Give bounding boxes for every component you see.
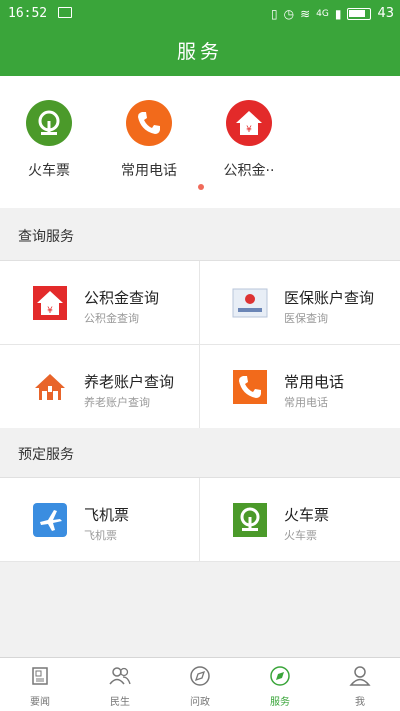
housing-fund-icon: ¥ <box>32 285 68 321</box>
tab-me[interactable]: 我 <box>320 658 400 711</box>
quick-item-phone[interactable]: 常用电话 <box>104 100 194 180</box>
phone-icon <box>232 369 268 405</box>
bottom-tab-bar: 要闻 民生 问政 服务 我 <box>0 657 400 711</box>
quick-item-label: 公积金·· <box>223 163 275 179</box>
tab-label: 服务 <box>270 697 290 708</box>
service-subtitle: 常用电话 <box>284 396 328 409</box>
section-header-booking: 预定服务 <box>0 428 400 480</box>
housing-fund-icon: ¥ <box>226 100 272 146</box>
tab-label: 民生 <box>110 697 130 708</box>
tab-inquiry[interactable]: 问政 <box>160 658 240 711</box>
tab-label: 我 <box>355 697 365 708</box>
service-subtitle: 公积金查询 <box>84 312 139 325</box>
people-icon <box>109 667 131 685</box>
tab-news[interactable]: 要闻 <box>0 658 80 711</box>
query-services-grid: ¥ 公积金查询 公积金查询 医保账户查询 医保查询 养老账户查询 养老账户查询 … <box>0 260 400 429</box>
phone-icon <box>126 100 172 146</box>
quick-item-label: 火车票 <box>28 163 70 179</box>
service-title: 公积金查询 <box>84 289 160 307</box>
image-notification-icon <box>58 7 72 18</box>
train-icon <box>26 100 72 146</box>
service-subtitle: 火车票 <box>284 529 317 542</box>
network-label: 4G <box>316 8 329 19</box>
alarm-icon: ◷ <box>283 6 295 21</box>
status-bar: 16:52 ▯ ◷ ≋ 4G ▮ 43 <box>0 0 400 28</box>
svg-text:¥: ¥ <box>246 125 252 135</box>
service-medical-insurance-query[interactable]: 医保账户查询 医保查询 <box>200 261 400 345</box>
wifi-icon: ≋ <box>300 6 311 21</box>
tab-services[interactable]: 服务 <box>240 658 320 711</box>
signal-icon: ▮ <box>334 6 342 21</box>
service-title: 常用电话 <box>284 373 345 391</box>
svg-text:¥: ¥ <box>47 306 53 316</box>
service-train-ticket[interactable]: 火车票 火车票 <box>200 478 400 562</box>
service-title: 医保账户查询 <box>284 289 375 307</box>
vibrate-icon: ▯ <box>270 6 278 21</box>
compass-icon <box>190 666 210 686</box>
service-airplane-ticket[interactable]: 飞机票 飞机票 <box>0 478 200 562</box>
tab-label: 要闻 <box>30 697 50 708</box>
airplane-icon <box>32 502 68 538</box>
battery-icon <box>347 7 372 20</box>
service-subtitle: 养老账户查询 <box>84 396 150 409</box>
service-compass-icon <box>270 666 290 686</box>
status-time: 16:52 <box>8 6 48 21</box>
quick-item-train[interactable]: 火车票 <box>4 100 94 180</box>
service-subtitle: 医保查询 <box>284 312 328 325</box>
service-housing-fund-query[interactable]: ¥ 公积金查询 公积金查询 <box>0 261 200 345</box>
quick-access-panel: 火车票 常用电话 ¥ 公积金·· <box>0 76 400 208</box>
service-pension-query[interactable]: 养老账户查询 养老账户查询 <box>0 345 200 429</box>
service-title: 养老账户查询 <box>84 373 175 391</box>
user-icon <box>349 666 371 686</box>
medical-insurance-card-icon <box>232 285 268 321</box>
quick-item-housing-fund[interactable]: ¥ 公积金·· <box>204 100 294 180</box>
tab-label: 问政 <box>190 697 210 708</box>
page-indicator-dot <box>198 184 204 190</box>
tab-people[interactable]: 民生 <box>80 658 160 711</box>
train-icon <box>232 502 268 538</box>
booking-services-grid: 飞机票 飞机票 火车票 火车票 <box>0 477 400 562</box>
section-header-query: 查询服务 <box>0 210 400 262</box>
battery-level: 43 <box>377 6 394 21</box>
quick-item-label: 常用电话 <box>121 163 177 179</box>
service-common-phone[interactable]: 常用电话 常用电话 <box>200 345 400 429</box>
service-subtitle: 飞机票 <box>84 529 117 542</box>
service-title: 火车票 <box>284 506 330 524</box>
page-title: 服务 <box>0 28 400 76</box>
news-icon <box>32 667 48 685</box>
service-title: 飞机票 <box>84 506 130 524</box>
pension-house-icon <box>32 369 68 405</box>
